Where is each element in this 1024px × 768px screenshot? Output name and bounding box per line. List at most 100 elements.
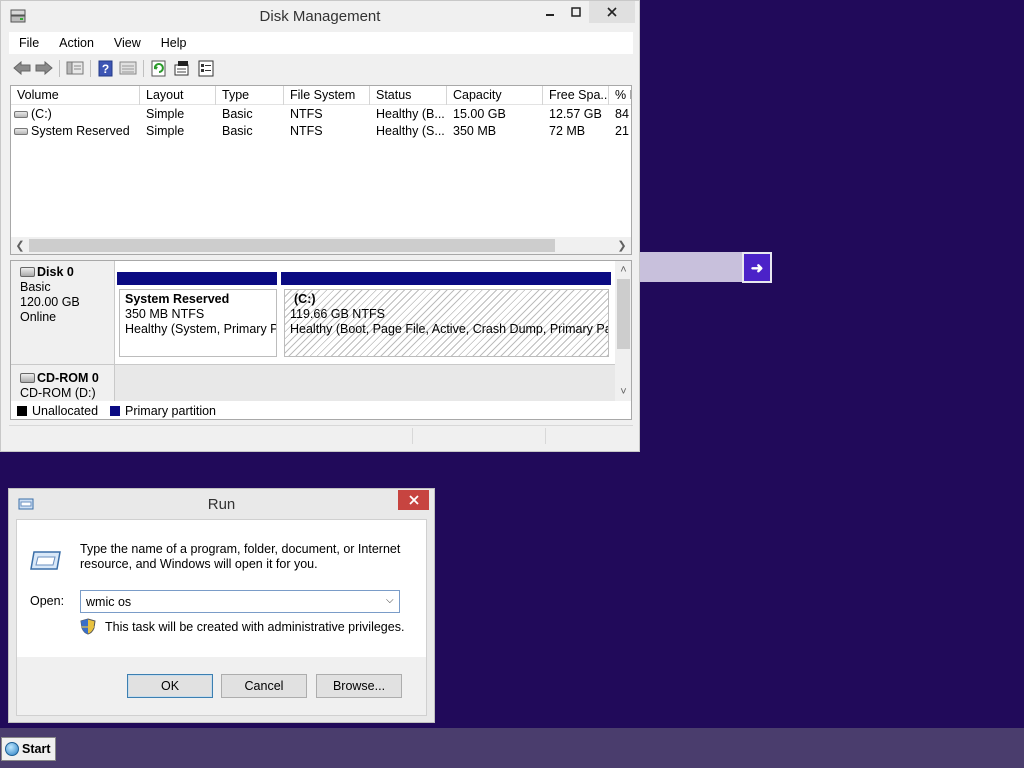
partition-bar bbox=[117, 272, 277, 285]
column-header-capacity[interactable]: Capacity bbox=[447, 86, 543, 105]
legend: Unallocated Primary partition bbox=[11, 401, 631, 419]
partition-status: Healthy (System, Primary Pa bbox=[125, 322, 277, 336]
disk-size: 120.00 GB bbox=[20, 295, 80, 309]
menu-view[interactable]: View bbox=[104, 36, 151, 50]
chevron-down-icon[interactable]: ⌵ bbox=[386, 595, 394, 606]
menu-action[interactable]: Action bbox=[49, 36, 104, 50]
refresh-button[interactable] bbox=[150, 59, 168, 77]
scroll-up-icon[interactable]: ˄ bbox=[615, 261, 631, 278]
cell-free-space: 72 MB bbox=[549, 124, 586, 138]
scrollbar-thumb[interactable] bbox=[617, 279, 630, 349]
partition-name: System Reserved bbox=[125, 292, 230, 306]
close-button[interactable] bbox=[589, 1, 635, 23]
run-body: Type the name of a program, folder, docu… bbox=[16, 519, 427, 716]
back-button[interactable] bbox=[13, 59, 31, 77]
cell-layout: Simple bbox=[146, 124, 185, 138]
help-button[interactable]: ? bbox=[97, 59, 115, 77]
run-title: Run bbox=[207, 496, 236, 513]
volume-list-header: Volume Layout Type File System Status Ca… bbox=[11, 86, 631, 105]
status-separator bbox=[412, 428, 413, 444]
start-button[interactable]: Start bbox=[1, 737, 56, 761]
taskbar: Start bbox=[0, 728, 1024, 768]
run-content: Type the name of a program, folder, docu… bbox=[17, 520, 426, 657]
cdrom-icon bbox=[20, 373, 35, 383]
cell-capacity: 15.00 GB bbox=[453, 107, 506, 121]
cell-type: Basic bbox=[222, 107, 253, 121]
table-row[interactable]: System Reserved Simple Basic NTFS Health… bbox=[11, 123, 631, 140]
show-hide-console-tree-button[interactable] bbox=[66, 59, 84, 77]
menu-bar: File Action View Help bbox=[9, 32, 633, 54]
table-row[interactable]: (C:) Simple Basic NTFS Healthy (B... 15.… bbox=[11, 106, 631, 123]
run-close-button[interactable] bbox=[398, 490, 429, 510]
scroll-left-icon[interactable]: ❮ bbox=[11, 237, 29, 254]
legend-primary-partition: Primary partition bbox=[125, 403, 217, 418]
disk-0-label[interactable]: Disk 0 Basic 120.00 GB Online bbox=[11, 261, 115, 364]
cdrom-0-row[interactable]: CD-ROM 0 CD-ROM (D:) bbox=[11, 364, 615, 404]
cell-status: Healthy (B... bbox=[376, 107, 445, 121]
menu-file[interactable]: File bbox=[9, 36, 49, 50]
volume-list: Volume Layout Type File System Status Ca… bbox=[10, 85, 632, 255]
primary-partition-swatch bbox=[110, 405, 121, 416]
vertical-scrollbar[interactable]: ˄ ˅ bbox=[615, 261, 631, 401]
start-label: Start bbox=[22, 742, 51, 756]
status-bar bbox=[9, 425, 633, 445]
toolbar: ? bbox=[9, 55, 633, 81]
close-icon bbox=[607, 7, 617, 17]
partition-status: Healthy (Boot, Page File, Active, Crash … bbox=[290, 322, 609, 336]
console-tree-icon bbox=[66, 61, 84, 75]
cdrom-0-label[interactable]: CD-ROM 0 CD-ROM (D:) bbox=[11, 365, 115, 403]
cdrom-name: CD-ROM 0 bbox=[37, 371, 99, 385]
cell-capacity: 350 MB bbox=[453, 124, 497, 138]
close-icon bbox=[408, 495, 419, 505]
forward-arrow-icon bbox=[35, 61, 53, 75]
scroll-right-icon[interactable]: ❯ bbox=[613, 237, 631, 254]
ok-button[interactable]: OK bbox=[127, 674, 213, 698]
disk-type: Basic bbox=[20, 280, 51, 294]
disk-management-window: Disk Management File Action View Help ? bbox=[0, 0, 640, 452]
help-icon: ? bbox=[98, 60, 113, 76]
column-header-type[interactable]: Type bbox=[216, 86, 284, 105]
properties-view-button[interactable] bbox=[119, 59, 137, 77]
unallocated-swatch bbox=[17, 405, 27, 416]
column-header-status[interactable]: Status bbox=[370, 86, 447, 105]
admin-privileges-note: This task will be created with administr… bbox=[105, 620, 405, 634]
svg-text:?: ? bbox=[102, 62, 109, 76]
cancel-button[interactable]: Cancel bbox=[221, 674, 307, 698]
disk-name: Disk 0 bbox=[37, 265, 74, 279]
cell-file-system: NTFS bbox=[290, 107, 323, 121]
cell-status: Healthy (S... bbox=[376, 124, 445, 138]
status-separator bbox=[545, 428, 546, 444]
maximize-button[interactable] bbox=[563, 1, 589, 23]
minimize-button[interactable] bbox=[537, 1, 563, 23]
run-title-bar[interactable]: Run bbox=[9, 489, 434, 519]
forward-button[interactable] bbox=[35, 59, 53, 77]
title-bar[interactable]: Disk Management bbox=[1, 1, 639, 32]
scroll-down-icon[interactable]: ˅ bbox=[615, 383, 631, 400]
partition-bar bbox=[281, 272, 611, 285]
arrow-right-icon: ➜ bbox=[750, 259, 764, 277]
open-combobox-input[interactable] bbox=[80, 590, 400, 613]
toolbar-separator bbox=[90, 60, 91, 77]
horizontal-scrollbar[interactable]: ❮ ❯ bbox=[11, 237, 631, 254]
cell-percent-free: 84 bbox=[615, 107, 629, 121]
run-program-icon bbox=[30, 551, 61, 570]
refresh-icon bbox=[151, 60, 166, 76]
partition-c-drive[interactable]: (C:) 119.66 GB NTFS Healthy (Boot, Page … bbox=[284, 289, 609, 357]
column-header-percent-free[interactable]: % F bbox=[609, 86, 631, 105]
settings-button[interactable] bbox=[197, 59, 215, 77]
cell-percent-free: 21 bbox=[615, 124, 629, 138]
column-header-volume[interactable]: Volume bbox=[11, 86, 140, 105]
column-header-layout[interactable]: Layout bbox=[140, 86, 216, 105]
column-header-free-space[interactable]: Free Spa... bbox=[543, 86, 609, 105]
scrollbar-thumb[interactable] bbox=[29, 239, 555, 252]
partition-system-reserved[interactable]: System Reserved 350 MB NTFS Healthy (Sys… bbox=[119, 289, 277, 357]
expand-arrow-button[interactable]: ➜ bbox=[742, 252, 772, 283]
rescan-disks-button[interactable] bbox=[173, 59, 191, 77]
legend-unallocated: Unallocated bbox=[32, 403, 99, 418]
checklist-icon bbox=[198, 60, 214, 76]
cell-file-system: NTFS bbox=[290, 124, 323, 138]
browse-button[interactable]: Browse... bbox=[316, 674, 402, 698]
menu-help[interactable]: Help bbox=[151, 36, 197, 50]
column-header-file-system[interactable]: File System bbox=[284, 86, 370, 105]
back-arrow-icon bbox=[13, 61, 31, 75]
